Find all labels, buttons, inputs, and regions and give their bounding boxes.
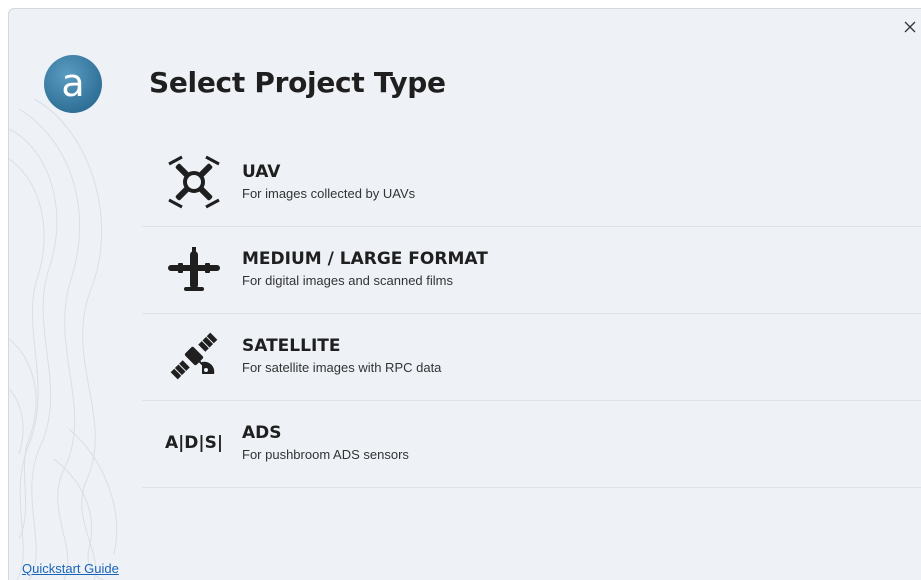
close-icon [904,21,916,33]
select-project-type-dialog: a Select Project Type UAV For images col… [8,8,921,580]
drone-icon [166,154,222,210]
option-uav[interactable]: UAV For images collected by UAVs [142,140,921,227]
satellite-icon [166,328,222,384]
option-satellite-description: For satellite images with RPC data [242,360,442,375]
app-logo: a [43,54,103,114]
option-uav-description: For images collected by UAVs [242,186,416,201]
ads-icon: A|D|S| [164,415,224,471]
option-ads-label: ADS [242,423,282,443]
close-button[interactable] [902,19,918,35]
option-medium-large-format-description: For digital images and scanned films [242,273,453,288]
option-medium-large-format-label: MEDIUM / LARGE FORMAT [242,249,488,269]
quickstart-guide-link[interactable]: Quickstart Guide [22,561,119,576]
option-satellite[interactable]: SATELLITE For satellite images with RPC … [142,314,921,401]
airplane-icon [166,241,222,297]
option-satellite-label: SATELLITE [242,336,341,356]
option-uav-label: UAV [242,162,281,182]
option-medium-large-format[interactable]: MEDIUM / LARGE FORMAT For digital images… [142,227,921,314]
divider [142,487,921,488]
ads-icon-text: A|D|S| [164,433,224,453]
page-title: Select Project Type [149,66,446,99]
option-ads-description: For pushbroom ADS sensors [242,447,409,462]
option-ads[interactable]: A|D|S| ADS For pushbroom ADS sensors [142,401,921,488]
logo-letter: a [61,61,84,105]
